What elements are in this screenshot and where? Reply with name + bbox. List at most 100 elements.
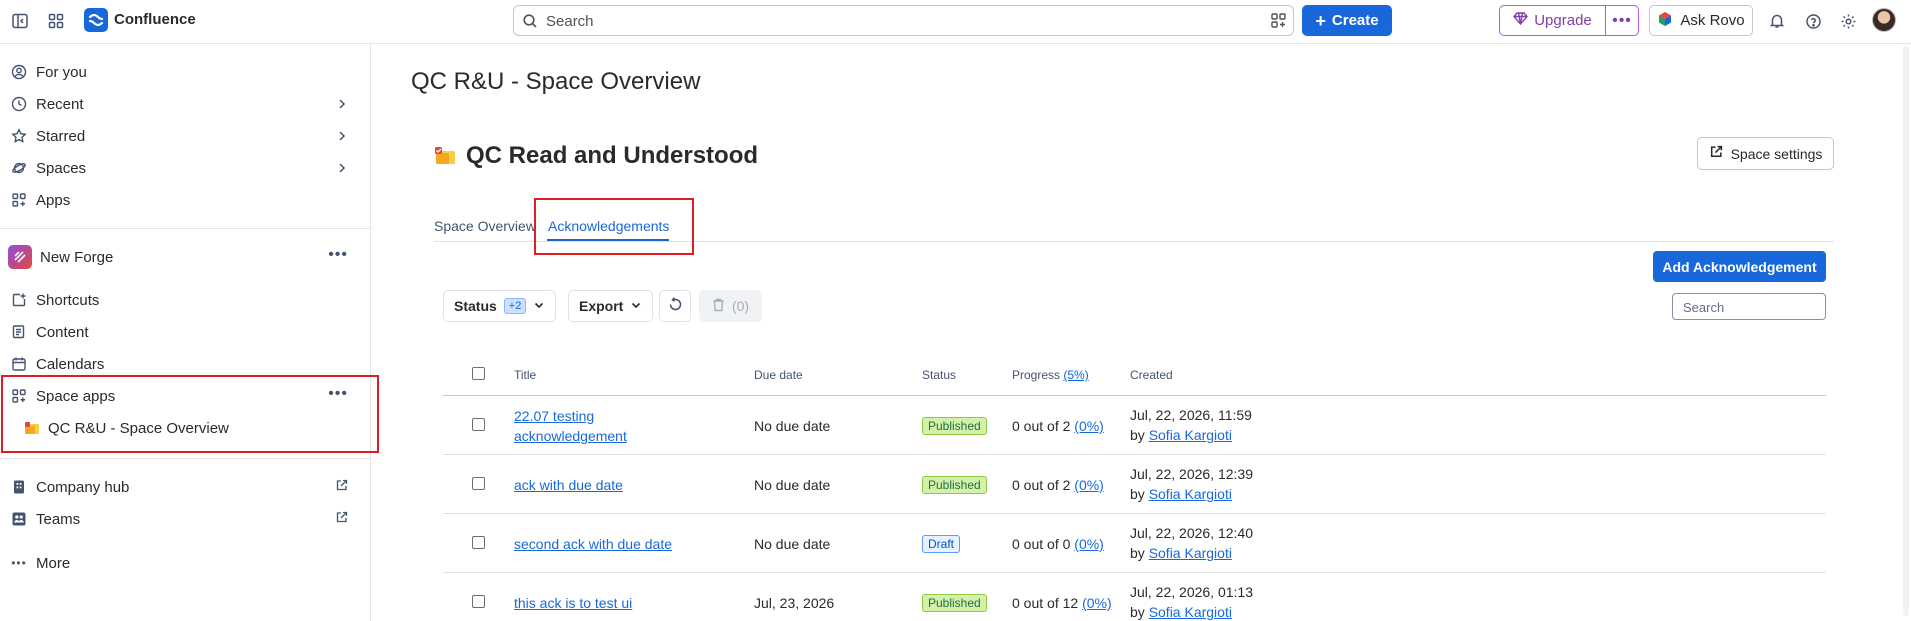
user-avatar[interactable] [1872, 8, 1896, 32]
sidebar-item-calendars[interactable]: Calendars [10, 350, 360, 378]
sidebar-toggle-icon[interactable] [9, 10, 31, 32]
settings-gear-icon[interactable] [1837, 10, 1859, 32]
chevron-right-icon[interactable] [336, 161, 348, 178]
sidebar-item-teams[interactable]: Teams [10, 505, 360, 533]
chevron-right-icon[interactable] [336, 97, 348, 114]
row-divider [443, 513, 1826, 514]
table-search-input[interactable]: Search [1672, 293, 1826, 320]
row-author-link[interactable]: Sofia Kargioti [1149, 486, 1232, 502]
refresh-button[interactable] [659, 290, 691, 322]
trash-icon [712, 298, 725, 315]
more-horizontal-icon: ••• [11, 556, 27, 570]
app-switcher-icon[interactable] [45, 10, 67, 32]
sidebar-space-header[interactable]: New Forge ••• [8, 243, 360, 271]
calendar-icon [10, 355, 28, 373]
column-header-due-date[interactable]: Due date [754, 368, 803, 382]
shortcut-icon [10, 291, 28, 309]
row-progress-percent-link[interactable]: (0%) [1082, 595, 1112, 611]
row-progress: 0 out of 2 (0%) [1012, 477, 1104, 493]
sidebar-item-content[interactable]: Content [10, 318, 360, 346]
global-search-input[interactable]: Search [513, 5, 1294, 36]
row-author-link[interactable]: Sofia Kargioti [1149, 604, 1232, 620]
sidebar-item-label: Recent [36, 95, 84, 113]
status-count-badge: +2 [503, 298, 527, 314]
sidebar-item-recent[interactable]: Recent [10, 90, 360, 118]
column-header-created[interactable]: Created [1130, 368, 1173, 382]
status-badge: Published [922, 417, 987, 435]
status-filter-button[interactable]: Status +2 [443, 290, 557, 322]
row-author-link[interactable]: Sofia Kargioti [1149, 545, 1232, 561]
upgrade-more-button[interactable]: ••• [1606, 6, 1638, 35]
upgrade-group: Upgrade ••• [1499, 5, 1639, 36]
row-checkbox[interactable] [472, 418, 485, 431]
external-link-icon [335, 511, 348, 528]
export-label: Export [579, 298, 624, 314]
row-created-by: by [1130, 427, 1145, 443]
row-created: Jul, 22, 2026, 01:13 by Sofia Kargioti [1130, 582, 1253, 621]
space-app-folder-icon [434, 146, 456, 166]
column-header-title[interactable]: Title [514, 368, 536, 382]
page-scrollbar[interactable] [1903, 46, 1909, 616]
sidebar-divider [0, 458, 370, 459]
sidebar-divider [0, 228, 370, 229]
ask-rovo-button[interactable]: Ask Rovo [1649, 5, 1753, 36]
teams-icon [10, 510, 28, 528]
row-due-date: No due date [754, 477, 831, 493]
row-checkbox[interactable] [472, 536, 485, 549]
product-name[interactable]: Confluence [114, 11, 196, 28]
sidebar-item-label: Spaces [36, 159, 87, 177]
create-label: Create [1331, 12, 1379, 29]
sidebar-item-spaces[interactable]: Spaces [10, 154, 360, 182]
sidebar-item-starred[interactable]: Starred [10, 122, 360, 150]
row-created-date: Jul, 22, 2026, 01:13 [1130, 584, 1253, 600]
highlight-space-apps [1, 375, 379, 453]
row-checkbox[interactable] [472, 477, 485, 490]
row-progress-count: 0 out of 2 [1012, 418, 1071, 434]
progress-header-percent-link[interactable]: (5%) [1063, 368, 1088, 382]
column-header-status[interactable]: Status [922, 368, 956, 382]
chevron-down-icon [630, 298, 642, 314]
row-title-link[interactable]: second ack with due date [514, 536, 672, 552]
chevron-right-icon[interactable] [336, 129, 348, 146]
column-header-progress[interactable]: Progress (5%) [1012, 368, 1089, 382]
plus-icon: + [1315, 10, 1326, 31]
add-acknowledgement-button[interactable]: Add Acknowledgement [1653, 251, 1826, 282]
space-title-text: QC Read and Understood [466, 142, 759, 169]
row-checkbox[interactable] [472, 595, 485, 608]
select-all-checkbox[interactable] [472, 367, 485, 380]
create-button[interactable]: + Create [1302, 5, 1392, 36]
row-progress-percent-link[interactable]: (0%) [1074, 536, 1104, 552]
upgrade-label: Upgrade [1534, 12, 1592, 29]
row-progress-count: 0 out of 0 [1012, 536, 1071, 552]
sidebar-item-label: Apps [36, 191, 71, 209]
row-title-line[interactable]: 22.07 testing [514, 408, 594, 424]
row-title-link[interactable]: this ack is to test ui [514, 595, 632, 611]
space-settings-button[interactable]: Space settings [1697, 137, 1834, 170]
row-title-link[interactable]: 22.07 testing acknowledgement [514, 406, 627, 446]
row-progress-percent-link[interactable]: (0%) [1074, 418, 1104, 434]
row-title-link[interactable]: ack with due date [514, 477, 623, 493]
sidebar-item-shortcuts[interactable]: Shortcuts [10, 286, 360, 314]
sidebar-item-for-you[interactable]: For you [10, 58, 360, 86]
sidebar-item-more[interactable]: ••• More [10, 549, 360, 577]
delete-button[interactable]: (0) [699, 290, 762, 322]
upgrade-button[interactable]: Upgrade [1500, 6, 1606, 35]
sidebar-item-apps[interactable]: Apps [10, 186, 360, 214]
highlight-acknowledgements-tab [534, 198, 694, 255]
row-progress-percent-link[interactable]: (0%) [1074, 477, 1104, 493]
status-badge: Published [922, 476, 987, 494]
delete-count: (0) [731, 298, 750, 314]
row-author-link[interactable]: Sofia Kargioti [1149, 427, 1232, 443]
sidebar-item-company-hub[interactable]: Company hub [10, 473, 360, 501]
export-button[interactable]: Export [568, 290, 654, 322]
progress-header-label: Progress [1012, 368, 1061, 382]
row-title-line[interactable]: acknowledgement [514, 428, 627, 444]
help-icon[interactable] [1802, 10, 1824, 32]
space-more-icon[interactable]: ••• [328, 246, 348, 264]
tab-space-overview[interactable]: Space Overview [434, 218, 536, 234]
confluence-logo-icon[interactable] [84, 8, 108, 32]
rovo-search-icon[interactable] [1270, 12, 1287, 32]
notifications-bell-icon[interactable] [1766, 10, 1788, 32]
space-avatar-icon [8, 245, 32, 269]
row-due-date: No due date [754, 536, 831, 552]
